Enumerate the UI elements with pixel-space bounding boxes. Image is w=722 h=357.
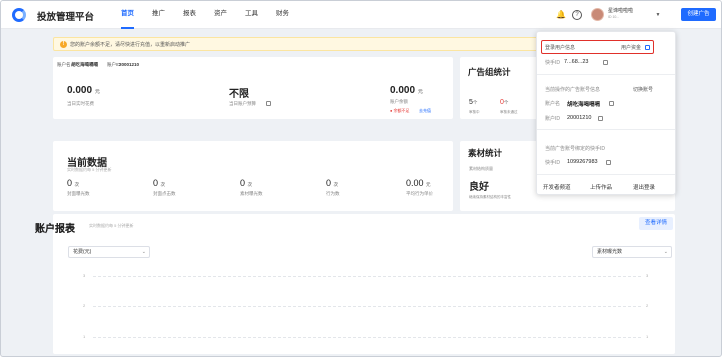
left-y-tick-1: 1 xyxy=(83,334,86,339)
balance-warning: ● 余额不足 xyxy=(390,108,410,113)
material-quality-desc: 继续保持素材结构的丰富性 xyxy=(469,195,511,199)
kuaishou-id: 7...68...23 xyxy=(564,59,589,65)
account-balance: 0.000 元 xyxy=(390,85,423,96)
help-icon[interactable]: ? xyxy=(572,10,582,20)
app-frame: 投放管理平台 首页 推广 报表 资产 工具 财务 🔔 ? 星谛啦啦啦 ID 10… xyxy=(0,0,722,357)
view-details-button[interactable]: 查看详情 xyxy=(639,217,673,230)
current-data-subtitle: 实时数据约每 5 分钟更新 xyxy=(67,167,112,172)
account-balance-label: 账户余额 xyxy=(390,99,408,104)
app-title: 投放管理平台 xyxy=(37,12,95,23)
nav-promotion[interactable]: 推广 xyxy=(152,1,165,29)
grid-line xyxy=(93,337,641,338)
metric-label-0: 封面曝光数 xyxy=(67,191,90,196)
copy-icon[interactable] xyxy=(603,60,608,65)
platform-logo-icon xyxy=(12,8,26,22)
right-metric-select[interactable]: 素材曝光数 ⌄ xyxy=(592,246,672,258)
metric-label-2: 素材曝光数 xyxy=(240,191,263,196)
metric-value-1: 0 次 xyxy=(153,178,166,188)
bound-kuaishou-id: 1099267983 xyxy=(567,159,598,165)
nav-tools[interactable]: 工具 xyxy=(245,1,258,29)
kuaishou-id-label: 快手ID xyxy=(545,60,561,66)
grid-line xyxy=(93,306,641,307)
metric-value-4: 0.00 元 xyxy=(406,178,431,188)
switch-account-link[interactable]: 切换账号 xyxy=(633,86,653,93)
developer-channel-button[interactable]: 开发者频道 xyxy=(543,183,571,191)
nav-assets[interactable]: 资产 xyxy=(214,1,227,29)
user-id-short: ID 10... xyxy=(608,15,620,19)
bound-id-label: 快手ID xyxy=(545,160,561,166)
right-y-tick-1: 1 xyxy=(646,334,649,339)
warning-icon: ! xyxy=(60,41,67,48)
right-y-tick-3: 3 xyxy=(646,273,649,278)
account-report-card: 账户报表 实时数据约每 5 分钟更新 花费(元) ⌄ 素材曝光数 ⌄ 3 3 2 2… xyxy=(35,214,675,354)
copy-icon[interactable] xyxy=(598,116,603,121)
metric-value-0: 0 次 xyxy=(67,178,80,188)
account-name-label: 账户名 xyxy=(57,62,71,67)
user-dropdown-panel: 登录用户信息 用户资金 快手ID 7...68...23 当前操作的广告账号信息… xyxy=(536,31,676,195)
divider xyxy=(537,174,675,175)
logout-button[interactable]: 退出登录 xyxy=(633,183,655,191)
acct-name: 胡吃海喝嗝嗝 xyxy=(567,102,601,108)
metric-label-3: 行为数 xyxy=(326,191,340,196)
top-navigation-bar: 投放管理平台 首页 推广 报表 资产 工具 财务 🔔 ? 星谛啦啦啦 ID 10… xyxy=(1,1,721,29)
bell-icon[interactable]: 🔔 xyxy=(556,10,566,20)
today-cost-label: 当日实时花费 xyxy=(67,101,94,106)
daily-budget-label: 当日账户预算 xyxy=(229,101,256,106)
copy-icon[interactable] xyxy=(606,160,611,165)
right-y-tick-2: 2 xyxy=(646,303,649,308)
material-stats-title: 素材统计 xyxy=(468,148,503,158)
account-name: 胡吃海喝嗝嗝 xyxy=(71,62,98,67)
divider xyxy=(537,74,675,75)
login-user-title: 登录用户信息 xyxy=(545,45,576,51)
left-metric-select[interactable]: 花费(元) ⌄ xyxy=(68,246,150,258)
external-link-icon[interactable] xyxy=(645,45,650,50)
account-overview-card: 账户名 胡吃海喝嗝嗝 账户ID 20001210 0.000 元 当日实时花费 … xyxy=(53,57,453,119)
material-quality-label: 素材结构质量 xyxy=(469,166,493,171)
nav-home[interactable]: 首页 xyxy=(121,1,134,29)
chevron-down-icon: ⌄ xyxy=(663,249,668,255)
grid-line xyxy=(93,276,641,277)
divider xyxy=(537,129,675,130)
acct-id: 20001210 xyxy=(567,115,592,121)
in-review-count: 5个 xyxy=(469,99,478,106)
today-cost: 0.000 元 xyxy=(67,85,100,96)
alert-text: 您的账户余额不足，请尽快进行充值，以重新启动推广 xyxy=(70,42,191,48)
upload-works-button[interactable]: 上传作品 xyxy=(590,183,612,191)
account-report-subtitle: 实时数据约每 5 分钟更新 xyxy=(89,223,134,228)
metric-label-4: 平均行为单价 xyxy=(406,191,433,196)
user-name[interactable]: 星谛啦啦啦 xyxy=(608,7,633,14)
recharge-link[interactable]: 去充值 xyxy=(419,108,431,114)
material-quality-value: 良好 xyxy=(469,182,489,193)
ad-group-stats-title: 广告组统计 xyxy=(468,67,511,77)
nav-reports[interactable]: 报表 xyxy=(183,1,196,29)
account-id: 20001210 xyxy=(119,62,140,67)
user-assets-link[interactable]: 用户资金 xyxy=(621,44,641,51)
create-ad-button[interactable]: 创建广告 xyxy=(681,8,716,21)
daily-budget: 不限 xyxy=(229,89,249,100)
metric-value-2: 0 次 xyxy=(240,178,253,188)
left-y-tick-3: 3 xyxy=(83,273,86,278)
acct-name-label: 账户名 xyxy=(545,101,561,107)
chevron-down-icon: ⌄ xyxy=(141,249,146,255)
metric-value-3: 0 次 xyxy=(326,178,339,188)
left-y-tick-2: 2 xyxy=(83,303,86,308)
account-report-heading: 账户报表 xyxy=(35,224,75,235)
metric-label-1: 封面点击数 xyxy=(153,191,176,196)
acct-id-label: 账户ID xyxy=(545,116,561,122)
in-review-label: 审核中 xyxy=(469,110,480,114)
edit-budget-icon[interactable] xyxy=(266,101,271,106)
copy-icon[interactable] xyxy=(609,101,614,106)
nav-finance[interactable]: 财务 xyxy=(276,1,289,29)
rejected-count: 0个 xyxy=(500,99,509,106)
current-account-title: 当前操作的广告账号信息 xyxy=(545,87,601,93)
bound-id-title: 当前广告账号绑定的快手ID xyxy=(545,146,606,152)
rejected-label: 审核未通过 xyxy=(500,110,518,114)
main-nav: 首页 推广 报表 资产 工具 财务 xyxy=(121,1,307,29)
current-data-card: 当前数据 实时数据约每 5 分钟更新 0 次 封面曝光数 0 次 封面点击数 0… xyxy=(53,141,453,211)
avatar[interactable] xyxy=(591,8,604,21)
chevron-down-icon[interactable]: ▼ xyxy=(653,10,663,20)
